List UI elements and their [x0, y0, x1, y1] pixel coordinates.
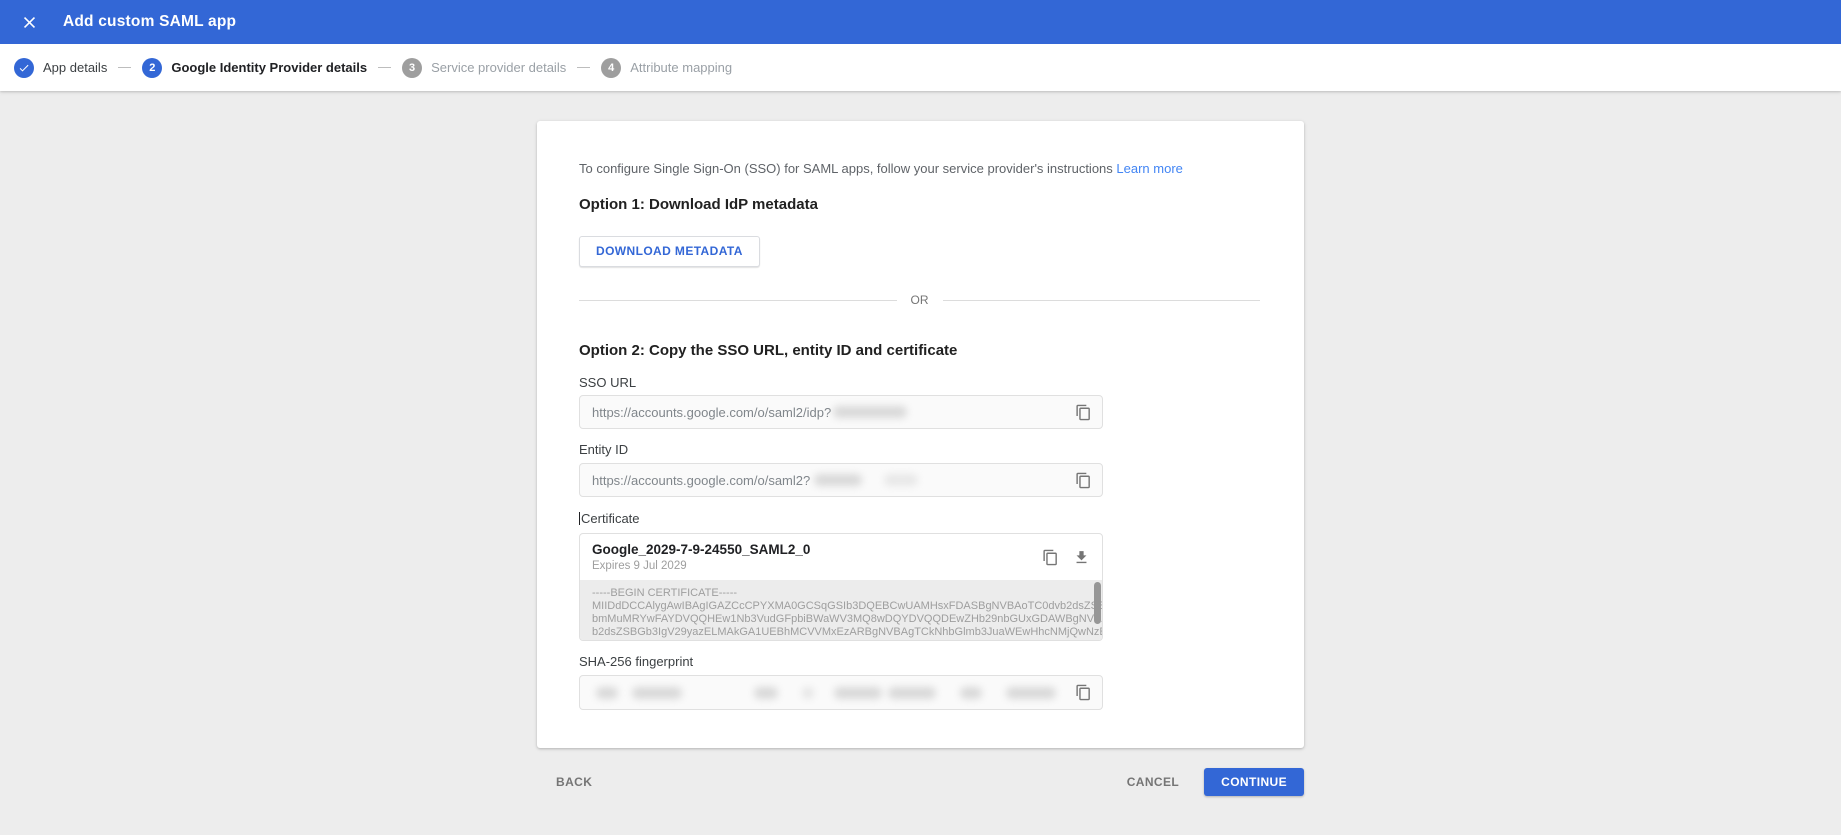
- redacted-blur: [834, 686, 882, 699]
- step-1-label: App details: [43, 60, 108, 75]
- or-divider: OR: [579, 293, 1260, 307]
- copy-icon: [1042, 549, 1059, 566]
- titlebar: Add custom SAML app: [0, 0, 1841, 44]
- copy-icon: [1075, 472, 1092, 489]
- certificate-scrollbar[interactable]: [1094, 582, 1101, 624]
- pem-line: -----BEGIN CERTIFICATE-----: [592, 587, 738, 599]
- redacted-blur: [754, 686, 778, 699]
- step-2-label: Google Identity Provider details: [171, 60, 368, 75]
- dialog-title: Add custom SAML app: [63, 13, 237, 30]
- back-button[interactable]: BACK: [556, 775, 592, 789]
- entity-id-value: https://accounts.google.com/o/saml2?: [592, 472, 811, 488]
- step-attribute-mapping[interactable]: 4 Attribute mapping: [601, 57, 733, 78]
- redacted-blur: [888, 686, 936, 699]
- redacted-blur: [960, 686, 982, 699]
- intro-text-body: To configure Single Sign-On (SSO) for SA…: [579, 161, 1113, 176]
- copy-icon: [1075, 404, 1092, 421]
- cancel-button[interactable]: CANCEL: [1127, 775, 1179, 789]
- step-service-provider-details[interactable]: 3 Service provider details: [402, 57, 567, 78]
- certificate-label: Certificate: [579, 511, 640, 526]
- download-icon: [1073, 549, 1090, 566]
- intro-text: To configure Single Sign-On (SSO) for SA…: [579, 161, 1183, 176]
- divider-line: [579, 299, 897, 301]
- pem-line: bmMuMRYwFAYDVQQHEw1Nb3VudGFpbiBWaWV3MQ8w…: [592, 613, 1102, 625]
- certificate-label-text: Certificate: [581, 511, 640, 526]
- divider-label: OR: [910, 293, 929, 307]
- divider-line: [942, 299, 1260, 301]
- step-3-label: Service provider details: [431, 60, 567, 75]
- continue-button[interactable]: CONTINUE: [1204, 768, 1304, 796]
- step-separator: [118, 67, 132, 68]
- entity-id-field: https://accounts.google.com/o/saml2?: [579, 463, 1103, 497]
- sso-url-field: https://accounts.google.com/o/saml2/idp?: [579, 395, 1103, 429]
- redacted-blur: [802, 686, 814, 699]
- sso-url-label: SSO URL: [579, 375, 637, 390]
- sha256-fingerprint-label: SHA-256 fingerprint: [579, 654, 694, 669]
- certificate-name: Google_2029-7-9-24550_SAML2_0: [592, 542, 811, 557]
- copy-sha256-button[interactable]: [1075, 684, 1092, 701]
- redacted-blur: [884, 474, 919, 486]
- step-app-details[interactable]: App details: [14, 57, 108, 78]
- step-separator: [378, 67, 392, 68]
- copy-icon: [1075, 684, 1092, 701]
- stepper: App details 2 Google Identity Provider d…: [0, 44, 1841, 91]
- redacted-blur: [596, 686, 618, 699]
- sha256-fingerprint-field: [579, 675, 1103, 710]
- step-4-circle: 4: [601, 57, 622, 78]
- redacted-blur: [814, 474, 863, 486]
- certificate-pem-area[interactable]: -----BEGIN CERTIFICATE----- MIIDdDCCAlyg…: [580, 580, 1102, 640]
- option1-heading: Option 1: Download IdP metadata: [579, 196, 818, 213]
- idp-details-card: To configure Single Sign-On (SSO) for SA…: [537, 121, 1304, 748]
- certificate-header: Google_2029-7-9-24550_SAML2_0 Expires 9 …: [580, 534, 1102, 580]
- redacted-blur: [833, 406, 908, 418]
- entity-id-label: Entity ID: [579, 442, 629, 457]
- copy-certificate-button[interactable]: [1042, 549, 1059, 566]
- step-2-circle: 2: [142, 57, 163, 78]
- step-4-label: Attribute mapping: [630, 60, 733, 75]
- footer-actions: BACK CANCEL CONTINUE: [537, 766, 1304, 798]
- redacted-blur: [632, 686, 682, 699]
- copy-entity-id-button[interactable]: [1075, 472, 1092, 489]
- step-google-idp-details[interactable]: 2 Google Identity Provider details: [142, 57, 368, 78]
- redacted-blur: [1006, 686, 1056, 699]
- certificate-box: Google_2029-7-9-24550_SAML2_0 Expires 9 …: [579, 533, 1103, 641]
- text-caret: [579, 512, 580, 525]
- download-certificate-button[interactable]: [1073, 549, 1090, 566]
- step-3-circle: 3: [402, 57, 423, 78]
- option2-heading: Option 2: Copy the SSO URL, entity ID an…: [579, 342, 958, 359]
- step-1-circle: [14, 57, 34, 78]
- learn-more-link[interactable]: Learn more: [1116, 161, 1182, 176]
- copy-sso-url-button[interactable]: [1075, 404, 1092, 421]
- pem-line: b2dsZSBGb3IgV29yazELMAkGA1UEBhMCVVMxEzAR…: [592, 626, 1102, 638]
- close-button[interactable]: [16, 9, 42, 35]
- close-icon: [20, 13, 39, 32]
- sso-url-value: https://accounts.google.com/o/saml2/idp?: [592, 404, 832, 420]
- pem-line: MIIDdDCCAlygAwIBAgIGAZCcCPYXMA0GCSqGSIb3…: [592, 600, 1102, 612]
- certificate-info: Google_2029-7-9-24550_SAML2_0 Expires 9 …: [592, 542, 810, 572]
- certificate-expiry: Expires 9 Jul 2029: [592, 560, 687, 572]
- check-icon: [18, 62, 30, 74]
- step-separator: [577, 67, 591, 68]
- download-metadata-button[interactable]: DOWNLOAD METADATA: [579, 236, 760, 267]
